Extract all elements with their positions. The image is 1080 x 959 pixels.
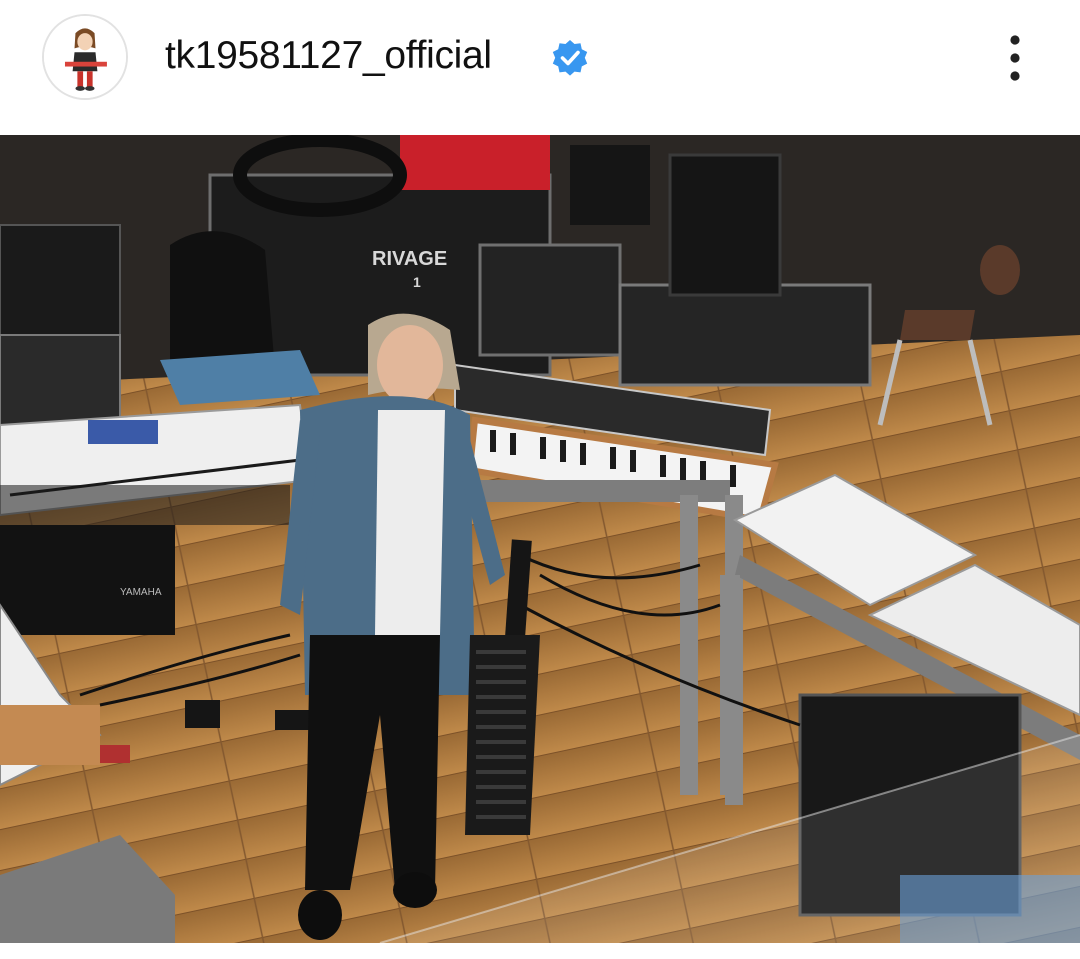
rack-case-number: 1 xyxy=(413,274,421,290)
verified-badge-icon xyxy=(552,40,588,76)
stand-brand-label: YAMAHA xyxy=(120,587,162,598)
post-footer-spacer xyxy=(0,943,1080,959)
post-photo[interactable]: RIVAGE 1 YAMAHA xyxy=(0,135,1080,943)
rack-case-label: RIVAGE xyxy=(372,248,447,270)
profile-avatar[interactable] xyxy=(42,14,128,100)
more-options-icon[interactable] xyxy=(995,30,1035,86)
cartoon-avatar-icon xyxy=(44,16,126,98)
username-link[interactable]: tk19581127_official xyxy=(165,34,492,78)
post-header: tk19581127_official xyxy=(0,0,1080,135)
